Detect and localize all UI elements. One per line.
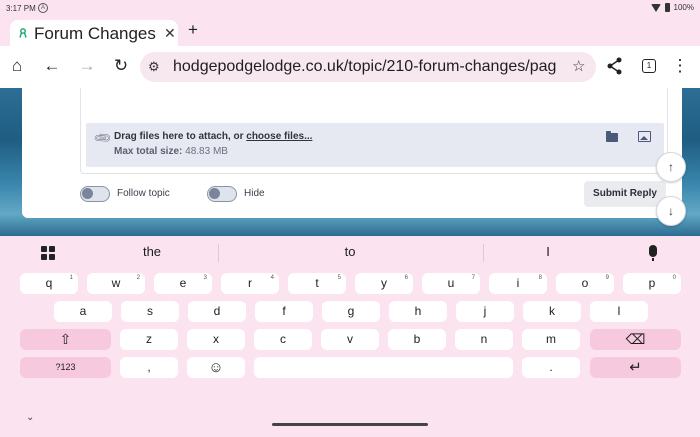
enter-key[interactable]: ↵ — [590, 357, 681, 378]
period-key[interactable]: . — [522, 357, 580, 378]
tab-title: Forum Changes — [34, 24, 156, 43]
key-w[interactable]: w2 — [87, 273, 145, 294]
battery-icon — [664, 3, 670, 12]
key-hint-number: 8 — [538, 275, 542, 281]
keyboard-apps-icon[interactable] — [41, 246, 55, 260]
favicon-ribbon-icon — [19, 28, 27, 38]
key-hint-number: 7 — [471, 275, 475, 281]
follow-topic-label: Follow topic — [117, 188, 170, 199]
status-time: 3:17 PM — [6, 4, 36, 13]
attachment-dropzone[interactable]: 📎︎ Drag files here to attach, or choose … — [86, 123, 664, 167]
key-q[interactable]: q1 — [20, 273, 78, 294]
key-b[interactable]: b — [388, 329, 446, 350]
key-l[interactable]: l — [590, 301, 648, 322]
space-key[interactable] — [254, 357, 513, 378]
share-icon[interactable] — [605, 56, 625, 76]
scroll-down-button[interactable]: ↓ — [656, 196, 686, 226]
key-hint-number: 9 — [605, 275, 609, 281]
suggestion-bar: the to I — [0, 236, 700, 268]
suggestion-1[interactable]: the — [102, 244, 202, 259]
key-t[interactable]: t5 — [288, 273, 346, 294]
key-p[interactable]: p0 — [623, 273, 681, 294]
home-icon[interactable]: ⌂ — [7, 56, 27, 76]
suggestion-3[interactable]: I — [498, 244, 598, 259]
key-h[interactable]: h — [389, 301, 447, 322]
reply-card: 📎︎ Drag files here to attach, or choose … — [22, 88, 682, 218]
key-a[interactable]: a — [54, 301, 112, 322]
bookmark-star-icon[interactable]: ☆ — [572, 57, 585, 75]
folder-open-icon[interactable] — [606, 131, 618, 142]
key-hint-number: 1 — [69, 275, 73, 281]
gesture-nav-handle[interactable] — [272, 423, 428, 426]
address-bar[interactable]: ⚙ hodgepodgelodge.co.uk/topic/210-forum-… — [140, 52, 596, 82]
back-icon[interactable]: ← — [42, 56, 62, 76]
tab-switcher-button[interactable]: 1 — [639, 56, 659, 76]
microphone-icon[interactable] — [649, 245, 657, 261]
key-v[interactable]: v — [321, 329, 379, 350]
key-hint-number: 6 — [404, 275, 408, 281]
follow-topic-toggle[interactable] — [80, 186, 110, 202]
scroll-up-button[interactable]: ↑ — [656, 152, 686, 182]
tab-close-icon[interactable]: ✕ — [164, 25, 176, 42]
insert-image-icon[interactable] — [638, 131, 651, 142]
browser-toolbar: ⌂ ← → ↻ ⚙ hodgepodgelodge.co.uk/topic/21… — [0, 46, 700, 88]
web-page: 📎︎ Drag files here to attach, or choose … — [0, 88, 700, 236]
hide-keyboard-icon[interactable]: ⌄ — [26, 412, 34, 423]
key-u[interactable]: u7 — [422, 273, 480, 294]
tab-forum-changes[interactable]: Forum Changes ✕ — [10, 20, 178, 46]
key-hint-number: 0 — [672, 275, 676, 281]
key-s[interactable]: s — [121, 301, 179, 322]
symbols-key[interactable]: ?123 — [20, 357, 111, 378]
status-bar: 3:17 PM A 100% — [0, 0, 700, 18]
key-m[interactable]: m — [522, 329, 580, 350]
attach-instructions: Drag files here to attach, or choose fil… — [114, 131, 313, 142]
key-n[interactable]: n — [455, 329, 513, 350]
status-indicators: 100% — [650, 3, 694, 12]
backspace-key[interactable]: ⌫ — [590, 329, 681, 350]
forward-icon[interactable]: → — [77, 56, 97, 76]
battery-level: 100% — [673, 3, 694, 12]
key-j[interactable]: j — [456, 301, 514, 322]
max-size-info: Max total size: 48.83 MB — [114, 146, 228, 157]
key-y[interactable]: y6 — [355, 273, 413, 294]
emoji-key[interactable]: ☺ — [187, 357, 245, 378]
suggestion-2[interactable]: to — [300, 244, 400, 259]
key-z[interactable]: z — [120, 329, 178, 350]
suggestion-divider — [218, 244, 219, 262]
reload-icon[interactable]: ↻ — [111, 56, 131, 76]
key-o[interactable]: o9 — [556, 273, 614, 294]
hide-toggle[interactable] — [207, 186, 237, 202]
paperclip-icon: 📎︎ — [92, 127, 113, 149]
comma-key[interactable]: , — [120, 357, 178, 378]
key-x[interactable]: x — [187, 329, 245, 350]
key-hint-number: 3 — [203, 275, 207, 281]
key-hint-number: 2 — [136, 275, 140, 281]
submit-reply-button[interactable]: Submit Reply — [584, 181, 666, 207]
wifi-icon — [650, 3, 661, 12]
key-g[interactable]: g — [322, 301, 380, 322]
key-d[interactable]: d — [188, 301, 246, 322]
tab-strip: Forum Changes ✕ + — [0, 18, 700, 46]
key-hint-number: 4 — [270, 275, 274, 281]
hide-label: Hide — [244, 188, 265, 199]
more-menu-icon[interactable]: ⋮ — [670, 56, 690, 76]
tab-count: 1 — [642, 59, 656, 73]
key-e[interactable]: e3 — [154, 273, 212, 294]
new-tab-button[interactable]: + — [188, 20, 198, 40]
key-i[interactable]: i8 — [489, 273, 547, 294]
key-k[interactable]: k — [523, 301, 581, 322]
key-r[interactable]: r4 — [221, 273, 279, 294]
key-c[interactable]: c — [254, 329, 312, 350]
key-f[interactable]: f — [255, 301, 313, 322]
accessibility-badge-icon: A — [38, 3, 48, 13]
site-settings-icon[interactable]: ⚙ — [148, 59, 160, 75]
shift-key[interactable]: ⇧ — [20, 329, 111, 350]
suggestion-divider — [483, 244, 484, 262]
choose-files-link[interactable]: choose files... — [246, 131, 312, 142]
url-text[interactable]: hodgepodgelodge.co.uk/topic/210-forum-ch… — [173, 58, 557, 76]
onscreen-keyboard: the to I q1w2e3r4t5y6u7i8o9p0 asdfghjkl … — [0, 236, 700, 437]
key-hint-number: 5 — [337, 275, 341, 281]
